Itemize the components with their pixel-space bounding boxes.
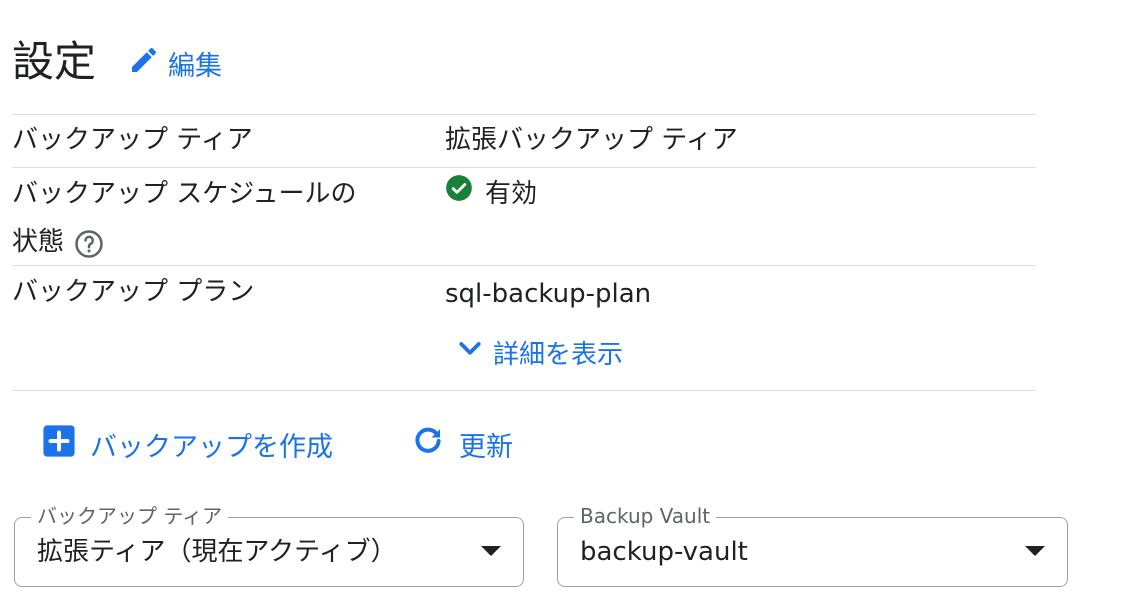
row-label-backup-plan: バックアップ プラン [12,277,255,307]
divider [12,167,1036,168]
backup-vault-select-legend: Backup Vault [574,502,717,530]
check-circle-icon [445,170,485,218]
divider [12,390,1036,391]
divider [12,265,1036,266]
show-details-label: 詳細を表示 [493,340,624,370]
chevron-down-icon [455,334,493,371]
create-backup-label: バックアップを作成 [90,432,333,463]
row-label-schedule-status: バックアップ スケジュールの 状態 [12,170,356,266]
divider [12,114,1036,115]
refresh-icon [411,424,459,465]
refresh-button[interactable]: 更新 [411,424,513,465]
backup-vault-select-value: backup-vault [580,537,748,567]
edit-link[interactable]: 編集 [128,44,222,83]
backup-vault-select[interactable]: Backup Vault backup-vault [557,502,1068,587]
refresh-label: 更新 [459,432,513,463]
page-title: 設定 [12,37,97,86]
pencil-icon [128,44,168,83]
row-label-backup-tier: バックアップ ティア [12,125,253,155]
dropdown-arrow-icon [481,546,501,556]
row-label-line2: 状態 [12,218,356,266]
add-box-icon [42,424,90,465]
row-value-backup-tier: 拡張バックアップ ティア [445,125,738,155]
row-label-line1: バックアップ スケジュールの [12,179,357,209]
row-value-schedule-status: 有効 [445,170,537,218]
backup-tier-select[interactable]: バックアップ ティア 拡張ティア（現在アクティブ） [14,502,524,587]
edit-label: 編集 [168,51,222,82]
show-details-link[interactable]: 詳細を表示 [455,334,623,371]
dropdown-arrow-icon [1025,546,1045,556]
backup-tier-select-value: 拡張ティア（現在アクティブ） [37,537,397,567]
create-backup-button[interactable]: バックアップを作成 [42,424,333,465]
backup-tier-select-legend: バックアップ ティア [31,502,229,530]
status-text: 有効 [485,179,538,209]
row-value-backup-plan: sql-backup-plan [445,279,652,309]
help-circle-icon[interactable] [74,227,104,258]
